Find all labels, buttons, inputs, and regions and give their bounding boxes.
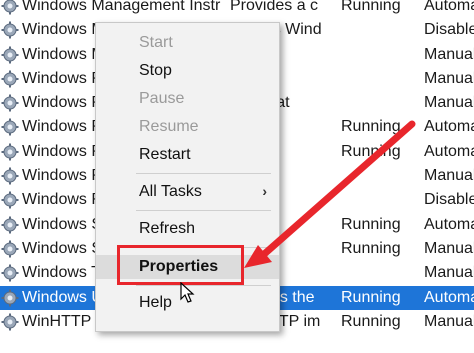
callout-arrow-icon: [244, 120, 416, 268]
mouse-pointer-icon: [180, 282, 195, 303]
